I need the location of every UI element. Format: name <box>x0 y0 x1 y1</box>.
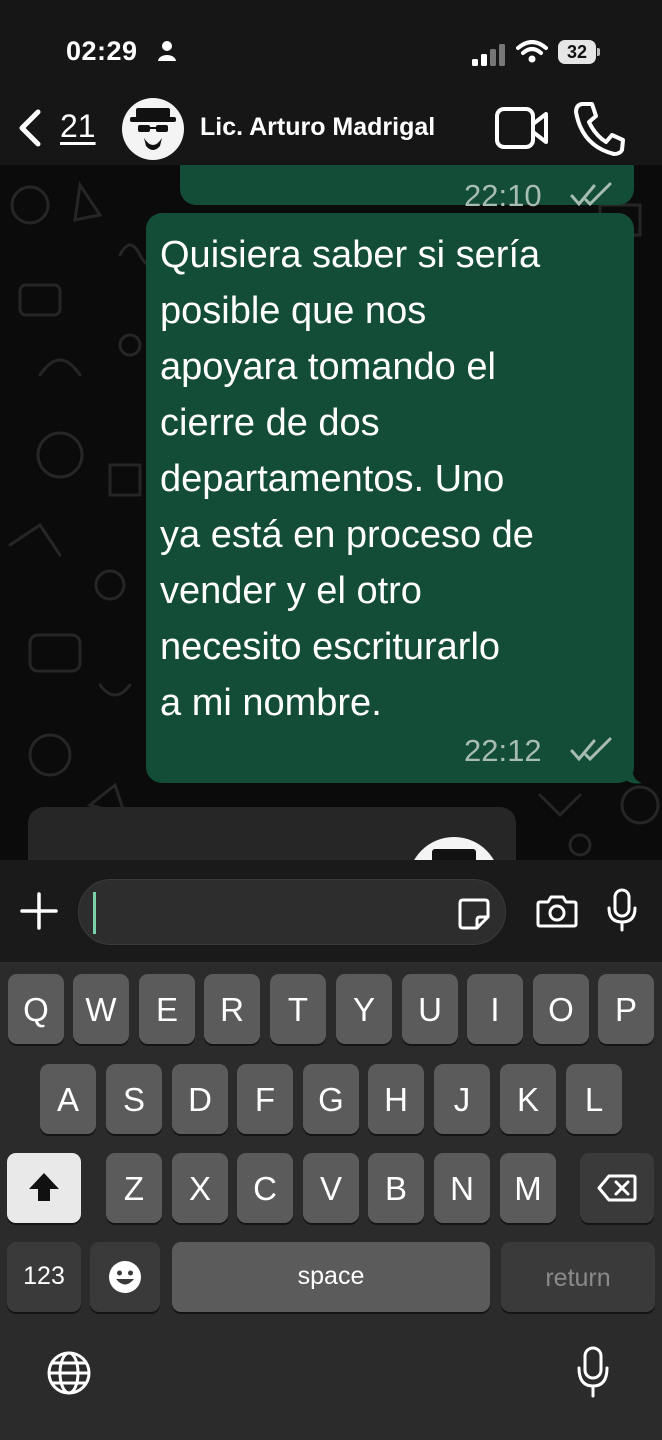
key-c[interactable]: C <box>237 1153 293 1223</box>
key-v[interactable]: V <box>303 1153 359 1223</box>
key-b[interactable]: B <box>368 1153 424 1223</box>
contact-avatar[interactable] <box>122 98 184 160</box>
emoji-icon <box>109 1261 141 1293</box>
key-u[interactable]: U <box>402 974 458 1044</box>
chat-header: 02:29 32 21 Lic. Arturo Madrigal <box>0 0 662 165</box>
contact-name[interactable]: Lic. Arturo Madrigal <box>200 113 435 142</box>
message-text: Quisiera saber si sería posible que nos … <box>160 234 541 724</box>
key-n[interactable]: N <box>434 1153 490 1223</box>
text-caret <box>93 892 96 934</box>
key-w[interactable]: W <box>73 974 129 1044</box>
message-composer <box>0 860 662 962</box>
video-call-icon[interactable] <box>494 104 550 152</box>
key-k[interactable]: K <box>500 1064 556 1134</box>
key-g[interactable]: G <box>303 1064 359 1134</box>
message-bubble-outgoing[interactable]: Quisiera saber si sería posible que nos … <box>146 213 634 783</box>
key-h[interactable]: H <box>368 1064 424 1134</box>
emoji-key[interactable] <box>90 1242 160 1312</box>
phone-call-icon[interactable] <box>574 100 626 156</box>
bubble-tail <box>620 755 642 784</box>
message-time: 22:10 <box>464 178 542 213</box>
key-s[interactable]: S <box>106 1064 162 1134</box>
delete-icon <box>597 1174 637 1202</box>
read-receipt-icon <box>570 182 612 207</box>
wifi-icon <box>516 40 548 63</box>
key-d[interactable]: D <box>172 1064 228 1134</box>
key-r[interactable]: R <box>204 974 260 1044</box>
key-t[interactable]: T <box>270 974 326 1044</box>
key-j[interactable]: J <box>434 1064 490 1134</box>
globe-icon[interactable] <box>46 1350 92 1396</box>
battery-indicator: 32 <box>558 40 602 66</box>
sticker-icon[interactable] <box>457 897 491 931</box>
camera-icon[interactable] <box>536 894 578 928</box>
key-i[interactable]: I <box>467 974 523 1044</box>
read-receipt-icon <box>570 737 612 762</box>
message-input[interactable] <box>78 879 506 945</box>
numbers-key[interactable]: 123 <box>7 1242 81 1312</box>
shift-icon <box>29 1173 59 1201</box>
battery-level: 32 <box>558 40 596 64</box>
shift-key[interactable] <box>7 1153 81 1223</box>
key-f[interactable]: F <box>237 1064 293 1134</box>
key-m[interactable]: M <box>500 1153 556 1223</box>
message-time: 22:12 <box>464 733 542 768</box>
chat-area[interactable]: 22:10 Quisiera saber si sería posible qu… <box>0 165 662 860</box>
key-e[interactable]: E <box>139 974 195 1044</box>
dictation-mic-icon[interactable] <box>576 1346 610 1398</box>
status-time: 02:29 <box>66 36 138 66</box>
key-a[interactable]: A <box>40 1064 96 1134</box>
key-l[interactable]: L <box>566 1064 622 1134</box>
microphone-icon[interactable] <box>606 888 638 932</box>
key-y[interactable]: Y <box>336 974 392 1044</box>
message-bubble-outgoing[interactable]: 22:10 <box>180 165 634 213</box>
unread-chats-count[interactable]: 21 <box>60 108 96 145</box>
plus-icon[interactable] <box>20 892 58 930</box>
key-o[interactable]: O <box>533 974 589 1044</box>
signal-icon <box>472 44 505 66</box>
person-icon <box>158 41 176 61</box>
delete-key[interactable] <box>580 1153 654 1223</box>
return-key[interactable]: return <box>501 1242 655 1312</box>
key-q[interactable]: Q <box>8 974 64 1044</box>
key-z[interactable]: Z <box>106 1153 162 1223</box>
key-p[interactable]: P <box>598 974 654 1044</box>
back-chevron-icon[interactable] <box>14 108 44 148</box>
space-key[interactable]: space <box>172 1242 490 1312</box>
key-x[interactable]: X <box>172 1153 228 1223</box>
keyboard: Q W E R T Y U I O P A S D F G H J K L Z … <box>0 962 662 1440</box>
